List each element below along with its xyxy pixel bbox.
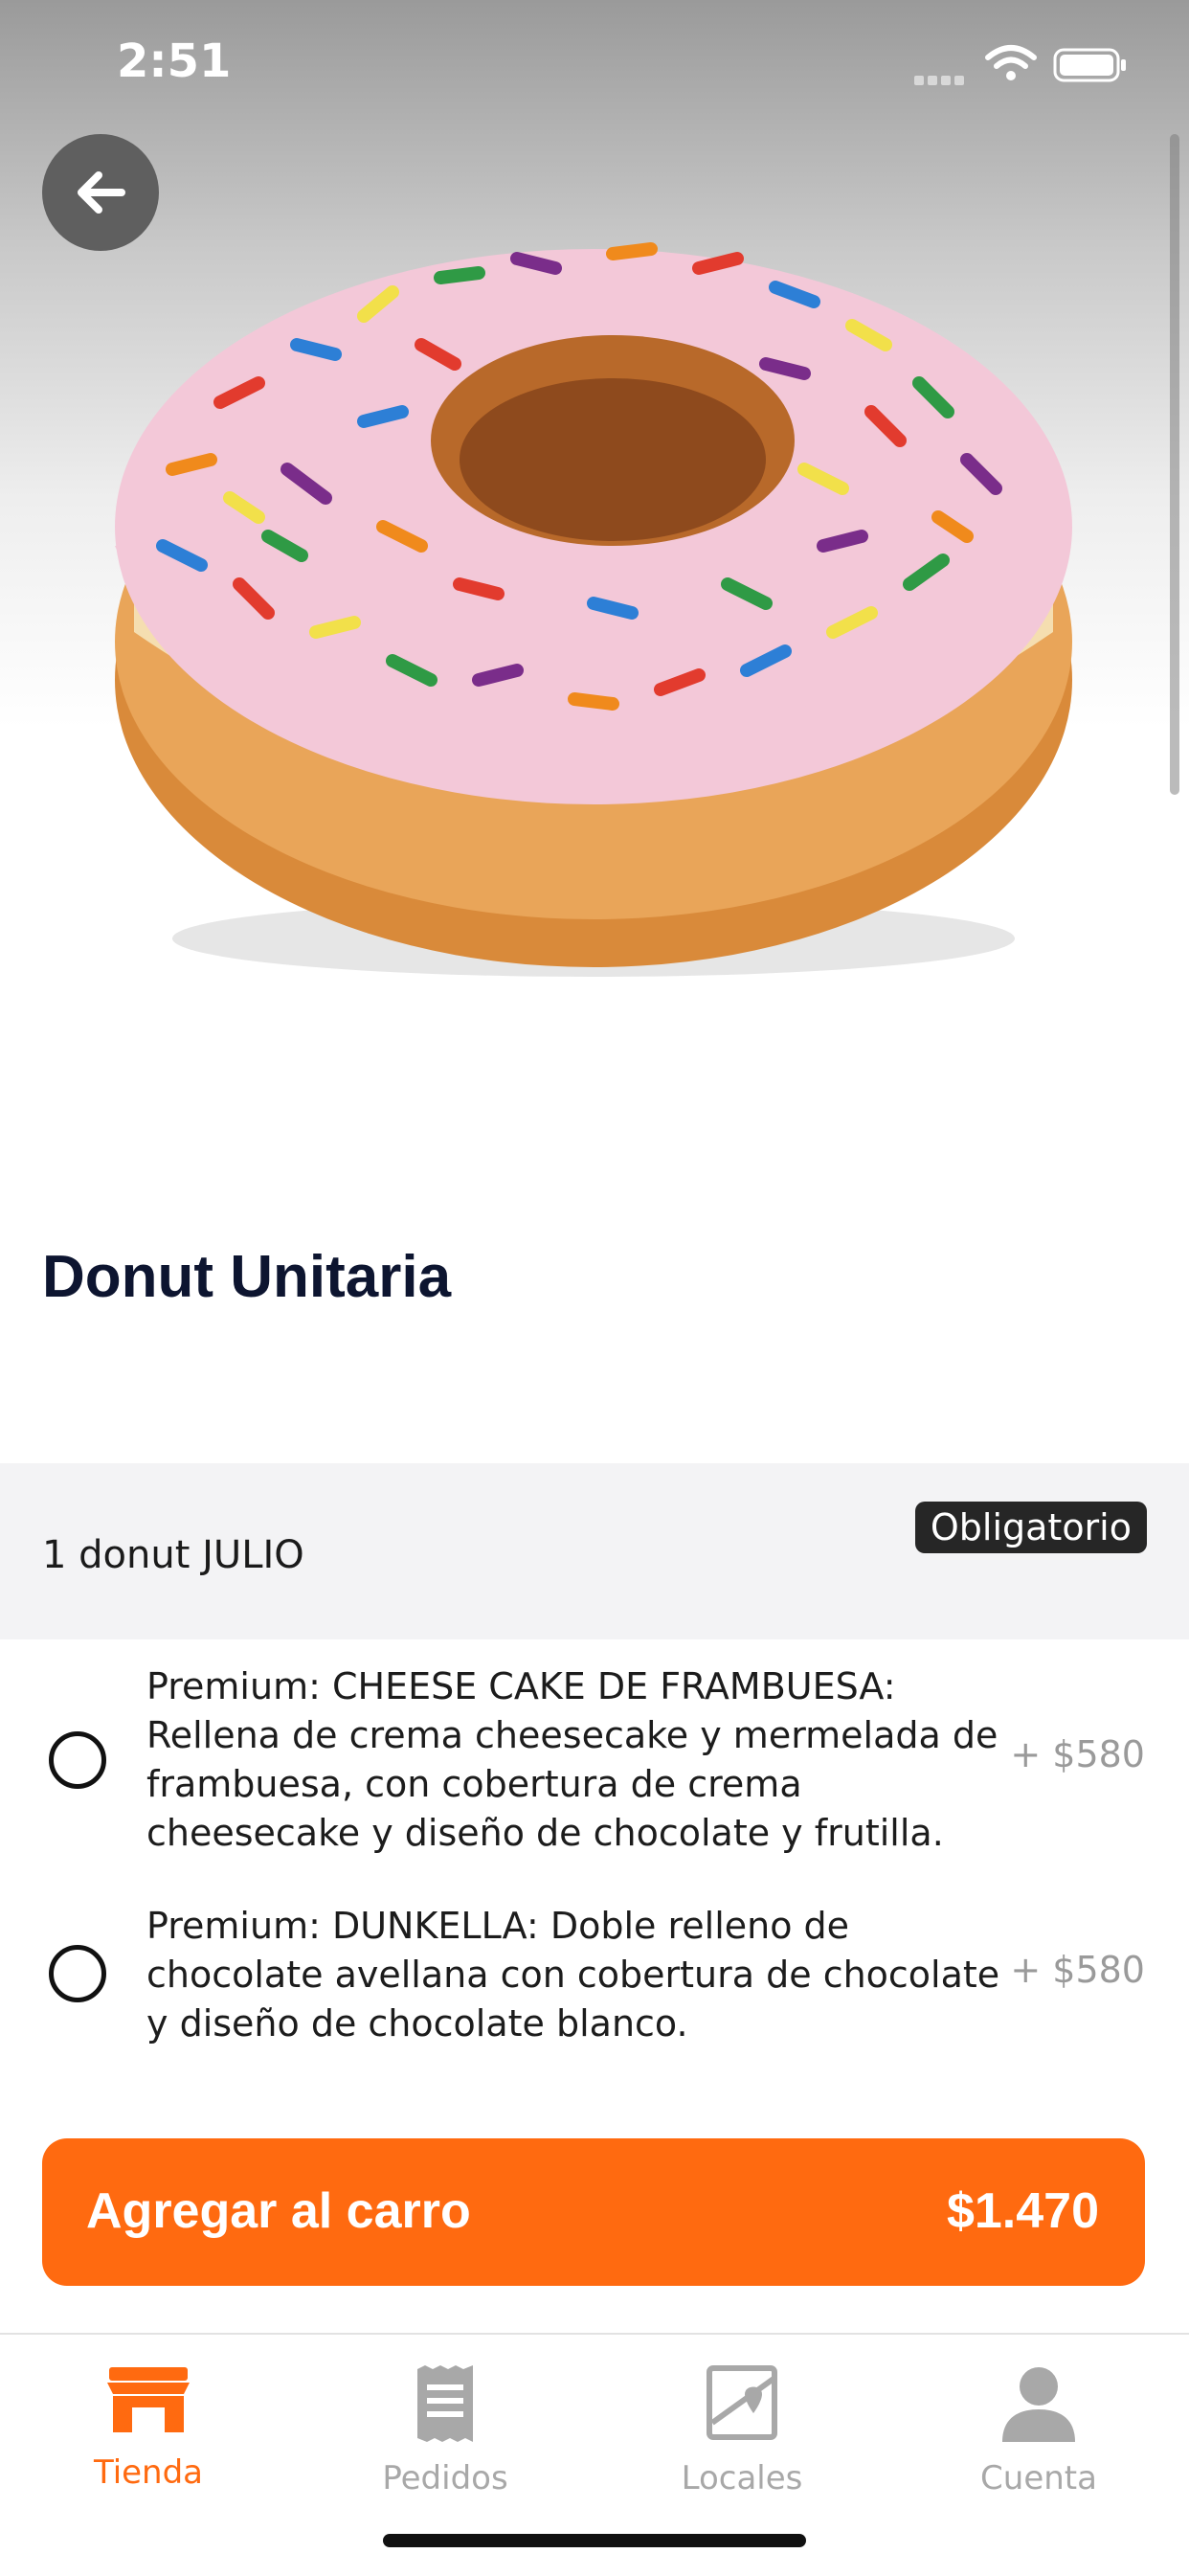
product-hero	[0, 0, 1189, 1207]
option-description: Premium: CHEESE CAKE DE FRAMBUESA: Relle…	[146, 1665, 998, 1854]
tab-cuenta[interactable]: Cuenta	[890, 2335, 1187, 2526]
option-description: Premium: DUNKELLA: Doble relleno de choc…	[146, 1905, 1000, 2045]
battery-icon	[1053, 48, 1126, 82]
status-time: 2:51	[117, 34, 232, 88]
signal-icon	[914, 71, 972, 85]
arrow-left-icon	[78, 171, 125, 214]
radio-button[interactable]	[49, 1945, 106, 2002]
option-item[interactable]: Premium: DUNKELLA: Doble relleno de choc…	[0, 1902, 1189, 2055]
add-to-cart-label: Agregar al carro	[86, 2183, 471, 2239]
option-group-title: 1 donut JULIO	[42, 1533, 304, 1577]
option-price: + $580	[1010, 1733, 1145, 1775]
tab-label: Pedidos	[382, 2459, 508, 2497]
product-title: Donut Unitaria	[42, 1244, 452, 1310]
tab-pedidos[interactable]: Pedidos	[297, 2335, 594, 2526]
wifi-icon	[985, 45, 1037, 80]
status-bar: 2:51	[0, 0, 1189, 124]
tab-label: Locales	[681, 2459, 803, 2497]
tab-label: Cuenta	[980, 2459, 1097, 2497]
store-icon	[107, 2367, 190, 2432]
cart-total-price: $1.470	[946, 2183, 1099, 2239]
option-item[interactable]: Premium: CHEESE CAKE DE FRAMBUESA: Relle…	[0, 1662, 1189, 1864]
option-group-header: 1 donut JULIO Obligatorio	[0, 1463, 1189, 1639]
scrollbar[interactable]	[1170, 134, 1179, 795]
receipt-icon	[417, 2365, 473, 2442]
tab-label: Tienda	[93, 2453, 204, 2492]
radio-button[interactable]	[49, 1731, 106, 1789]
option-price: + $580	[1010, 1949, 1145, 1991]
add-to-cart-button[interactable]: Agregar al carro $1.470	[42, 2138, 1145, 2286]
tab-tienda[interactable]: Tienda	[0, 2335, 297, 2526]
required-badge: Obligatorio	[914, 1502, 1147, 1553]
home-indicator[interactable]	[383, 2534, 806, 2547]
donut-image	[115, 242, 1072, 977]
tab-locales[interactable]: Locales	[594, 2335, 890, 2526]
user-icon	[1002, 2367, 1075, 2442]
back-button[interactable]	[42, 134, 159, 251]
map-icon	[707, 2365, 777, 2440]
